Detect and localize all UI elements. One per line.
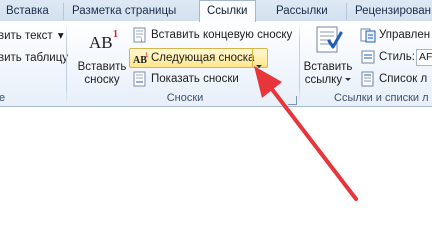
bibliography-icon: [360, 71, 376, 87]
next-footnote-icon: AB 1: [133, 50, 149, 66]
add-text-label: вить текст: [0, 30, 53, 42]
group-divider: [66, 24, 67, 104]
ribbon-panel: вить текст ▾ вить таблицу е AB 1 Вставит…: [0, 21, 432, 107]
insert-footnote-button[interactable]: AB 1 Вставить сноску: [74, 25, 130, 89]
next-footnote-label: Следующая сноска: [151, 52, 255, 64]
tab-review[interactable]: Рецензирован: [346, 3, 431, 20]
update-table-button[interactable]: вить таблицу: [0, 49, 68, 67]
tab-mailings[interactable]: Рассылки: [268, 3, 328, 20]
chevron-down-icon[interactable]: [256, 56, 262, 74]
endnote-icon: i: [132, 27, 148, 44]
update-table-label: вить таблицу: [0, 52, 69, 64]
svg-text:AB: AB: [89, 33, 113, 52]
chevron-down-icon: ▾: [57, 30, 64, 42]
group-divider: [299, 24, 300, 104]
split-divider: [252, 49, 253, 67]
style-dropdown[interactable]: AF: [416, 49, 432, 66]
svg-text:i: i: [141, 38, 142, 43]
group-label-footnotes: Сноски: [166, 92, 204, 104]
tab-references[interactable]: Ссылки: [199, 0, 256, 22]
svg-text:1: 1: [145, 53, 149, 59]
svg-text:1: 1: [113, 29, 118, 40]
group-label-citations: Ссылки и списки л: [334, 92, 429, 104]
tab-insert[interactable]: Вставка: [0, 3, 49, 20]
next-footnote-button[interactable]: AB 1 Следующая сноска: [129, 48, 268, 68]
footnote-ab-icon: AB 1: [74, 25, 130, 55]
insert-citation-button[interactable]: Вставить ссылку: [303, 25, 353, 89]
bibliography-label: Список л: [379, 73, 428, 85]
insert-endnote-label: Вставить концевую сноску: [151, 29, 293, 41]
manage-sources-label: Управлен: [379, 29, 431, 41]
show-notes-icon: [132, 71, 148, 87]
insert-citation-label-1: Вставить: [303, 61, 353, 73]
tab-page-layout[interactable]: Разметка страницы: [63, 3, 176, 20]
insert-footnote-label-2: сноску: [84, 74, 120, 86]
insert-footnote-label-1: Вставить: [77, 61, 127, 73]
style-icon: [360, 49, 376, 65]
group-label-toc: е: [0, 92, 6, 104]
dialog-launcher-icon[interactable]: [288, 96, 297, 105]
style-label: Стиль:: [379, 51, 415, 63]
chevron-down-icon: [345, 78, 352, 82]
ribbon-tab-strip: Вставка Разметка страницы Ссылки Рассылк…: [0, 0, 432, 22]
add-text-button[interactable]: вить текст ▾: [0, 27, 64, 45]
citation-icon: [303, 25, 353, 55]
show-notes-label: Показать сноски: [151, 73, 239, 85]
manage-sources-icon: [360, 27, 376, 43]
insert-citation-label-2: ссылку: [303, 74, 353, 87]
